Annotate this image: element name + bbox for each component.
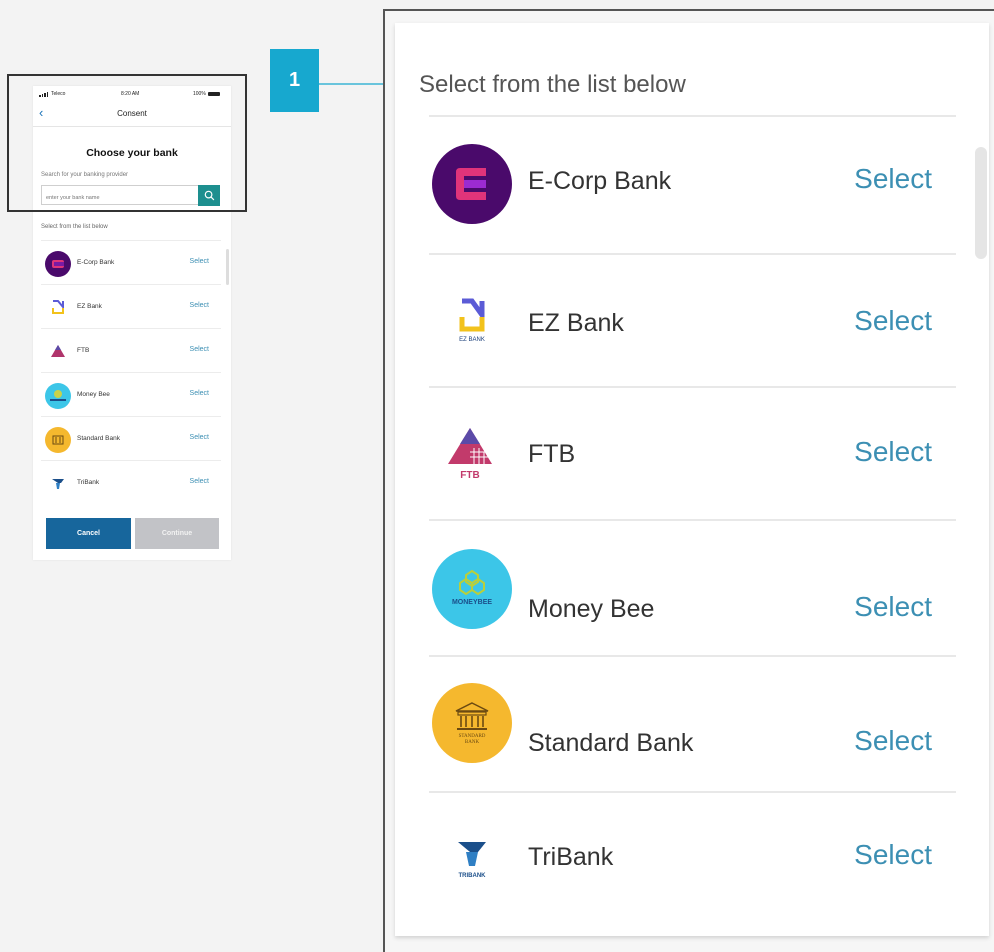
bank-row-moneybee: Money Bee Select [41,372,221,417]
ftb-logo [45,339,71,365]
bank-name: Standard Bank [77,435,121,442]
select-link[interactable]: Select [190,346,209,353]
cancel-button[interactable]: Cancel [46,518,131,549]
bank-name: FTB [528,440,576,468]
ecorp-logo [45,251,71,277]
bank-row-standard: Standard Bank Select [41,416,221,461]
bank-name: TriBank [77,479,100,486]
moneybee-logo-text: MONEYBEE [452,599,492,606]
bank-name: EZ Bank [528,309,624,337]
ez-bank-logo: EZ BANK [432,280,512,360]
select-link[interactable]: Select [854,436,932,468]
select-link[interactable]: Select [190,302,209,309]
bank-row-ecorp: E-Corp Bank Select [429,117,956,253]
bank-name: Standard Bank [528,729,694,757]
tribank-logo: TRIBANK [432,818,512,898]
tribank-logo-text: TRIBANK [459,873,487,879]
bank-name: E-Corp Bank [77,259,115,266]
select-link[interactable]: Select [190,390,209,397]
highlight-frame [7,74,247,212]
moneybee-logo [45,383,71,409]
ez-logo-text: EZ BANK [459,337,485,343]
select-link[interactable]: Select [854,839,932,871]
standard-logo-text-2: BANK [465,740,480,745]
moneybee-logo: MONEYBEE [432,549,512,629]
select-link[interactable]: Select [854,305,932,337]
bank-name: EZ Bank [77,303,102,310]
bank-row-ez: EZ BANK EZ Bank Select [429,255,956,386]
ftb-logo: FTB [432,414,512,494]
select-link[interactable]: Select [854,725,932,757]
ez-bank-logo [45,295,71,321]
ecorp-logo [432,144,512,224]
standard-bank-logo: STANDARD BANK [432,683,512,763]
bank-row-ez: EZ Bank Select [41,284,221,329]
bank-row-moneybee: MONEYBEE Money Bee Select [429,521,956,655]
bank-name: FTB [77,347,90,354]
standard-logo-text-1: STANDARD [459,734,486,739]
bank-row-ftb: FTB Select [41,328,221,373]
select-link[interactable]: Select [190,478,209,485]
ftb-logo-text: FTB [460,470,479,481]
select-link[interactable]: Select [190,258,209,265]
bank-row-tribank: TRIBANK TriBank Select [429,793,956,933]
continue-button[interactable]: Continue [135,518,219,549]
standard-bank-logo [45,427,71,453]
bank-name: Money Bee [528,595,655,623]
select-link[interactable]: Select [854,163,932,195]
scrollbar[interactable] [226,249,229,285]
bank-row-standard: STANDARD BANK Standard Bank Select [429,657,956,791]
bank-row-ftb: FTB FTB Select [429,388,956,519]
scrollbar[interactable] [975,147,987,259]
select-link[interactable]: Select [854,591,932,623]
select-link[interactable]: Select [190,434,209,441]
bank-name: TriBank [528,843,614,871]
bank-row-tribank: TriBank Select [41,460,221,505]
bank-name: E-Corp Bank [528,167,672,195]
zoom-panel: Select from the list below E-Corp Bank S… [395,23,989,936]
callout-badge: 1 [270,49,319,112]
list-label: Select from the list below [41,224,108,230]
tribank-logo [45,471,71,497]
bank-row-ecorp: E-Corp Bank Select [41,240,221,285]
bank-name: Money Bee [77,391,110,398]
list-label: Select from the list below [419,71,686,98]
